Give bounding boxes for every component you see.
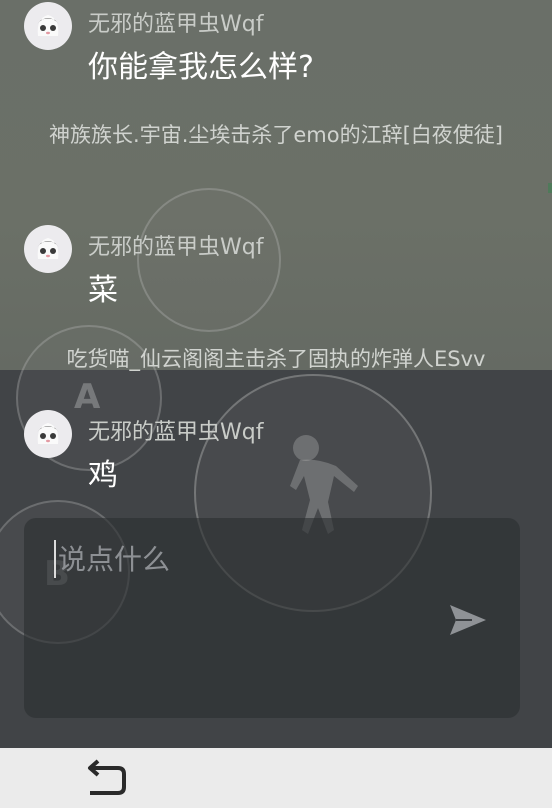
edge-marker xyxy=(548,183,552,193)
bottom-nav-bar xyxy=(0,748,552,808)
username: 无邪的蓝甲虫Wqf xyxy=(88,235,264,260)
system-message: 神族族长.宇宙.尘埃击杀了emo的江辞[白夜使徒] xyxy=(49,123,503,147)
chat-input[interactable] xyxy=(54,540,440,578)
message-text: 鸡 xyxy=(88,458,118,493)
system-message: 吃货喵_仙云阁阁主击杀了固执的炸弹人ESvv xyxy=(66,347,486,371)
chat-input-panel xyxy=(24,518,520,718)
username: 无邪的蓝甲虫Wqf xyxy=(88,420,264,445)
avatar-icon[interactable] xyxy=(24,410,72,458)
message-text: 你能拿我怎么样? xyxy=(88,50,314,85)
message-text: 菜 xyxy=(88,273,118,308)
avatar-icon[interactable] xyxy=(24,2,72,50)
send-icon[interactable] xyxy=(448,602,488,638)
button-a-label: A xyxy=(74,377,101,417)
avatar-icon[interactable] xyxy=(24,225,72,273)
username: 无邪的蓝甲虫Wqf xyxy=(88,12,264,37)
back-icon[interactable] xyxy=(84,757,128,799)
